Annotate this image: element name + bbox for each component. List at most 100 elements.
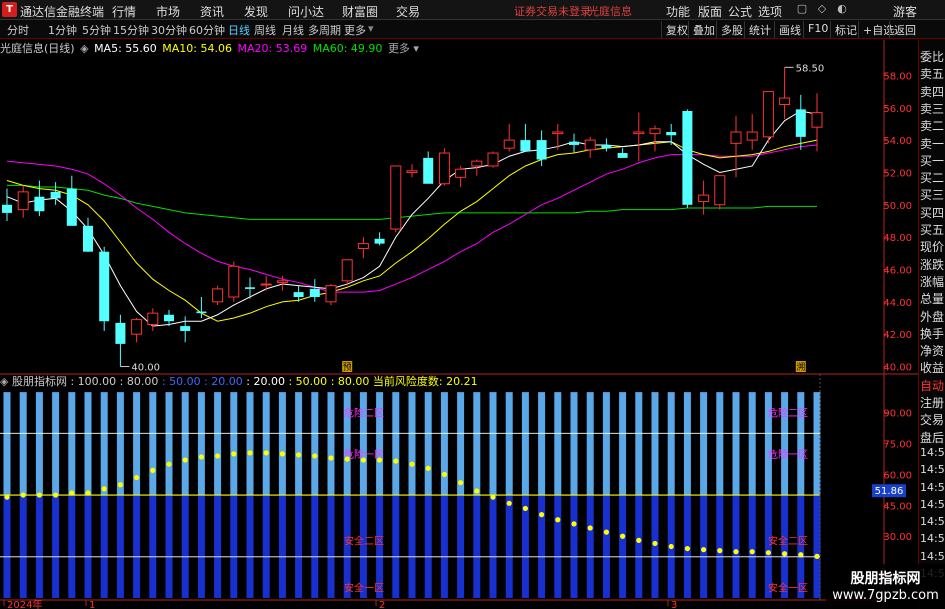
indicator-bar-upper (586, 392, 594, 496)
indicator-toggle-icon[interactable]: ◈ (0, 375, 8, 388)
side-panel-item[interactable]: 涨幅 (920, 273, 945, 290)
side-panel-item[interactable]: 净资 (920, 342, 945, 359)
guest-label[interactable]: 游客 (893, 3, 917, 20)
f10-button[interactable]: F10 (803, 21, 832, 38)
kline-chart[interactable]: 40.00 42.00 44.00 46.00 48.00 50.00 52.00 54.00… (0, 40, 918, 609)
side-panel-item[interactable]: 14:56 (920, 463, 945, 476)
indicator-bar-upper (683, 392, 691, 496)
candle (83, 217, 93, 252)
menu-wenxiaoda[interactable]: 问小达 (288, 3, 324, 20)
candle (180, 316, 191, 343)
candle (520, 123, 531, 152)
side-panel-item[interactable]: 交易 (920, 411, 945, 428)
side-panel-item[interactable]: 总量 (920, 290, 945, 307)
ma-toggle-icon[interactable]: ◈ (80, 42, 88, 55)
side-panel-item[interactable]: 自动 (920, 377, 945, 394)
pin-icon[interactable]: ◇ (815, 2, 829, 16)
biaoji-button[interactable]: 标记 (830, 21, 861, 38)
side-panel-item[interactable]: 收益 (920, 359, 945, 376)
tab-fenshi[interactable]: 分时 (7, 22, 29, 38)
more-icon[interactable]: 更多 ▾ (388, 42, 419, 55)
risk-dot (425, 465, 431, 471)
menu-xuanxiang[interactable]: 选项 (758, 3, 782, 20)
candle-body (601, 144, 612, 149)
tab-weekly[interactable]: 周线 (254, 22, 276, 38)
menu-caifuquan[interactable]: 财富圈 (342, 3, 378, 20)
menu-zixun[interactable]: 资讯 (200, 3, 224, 20)
tab-1min[interactable]: 1分钟 (48, 22, 77, 38)
side-panel-item[interactable]: 换手 (920, 325, 945, 342)
side-panel-item[interactable]: 委比 (920, 48, 945, 65)
quote-side-panel: 委比 卖五 卖四 卖三 卖二 卖一 买一 买二 买三 买四 买五 现价 涨跌 涨幅 总量 外盘 换手 净资 收益 自动… (918, 40, 945, 609)
indicator-bar-lower (748, 495, 756, 598)
x-tick-label: 2 (379, 600, 385, 609)
menu-gongneng[interactable]: 功能 (666, 3, 690, 20)
risk-dot (652, 540, 658, 547)
side-panel-item[interactable]: 买四 (920, 204, 945, 221)
diejia-button[interactable]: 叠加 (688, 21, 719, 38)
side-panel-item[interactable]: 买一 (920, 152, 945, 169)
side-panel-item[interactable]: 买三 (920, 186, 945, 203)
side-panel-item[interactable]: 卖四 (920, 83, 945, 100)
indicator-name: 股朋指标网 (11, 375, 67, 388)
indicator-bar-upper (295, 392, 303, 496)
side-panel-item[interactable]: 盘后 (920, 429, 945, 446)
side-panel-item[interactable]: 注册 (920, 394, 945, 411)
tongji-button[interactable]: 统计 (744, 21, 775, 38)
tab-more[interactable]: 更多 (344, 22, 366, 38)
candle (746, 114, 758, 150)
indicator-bar-lower (295, 495, 303, 598)
huaxian-button[interactable]: 画线 (774, 21, 805, 38)
more-chevron-icon[interactable]: ▾ (368, 22, 374, 35)
menu-banmian[interactable]: 版面 (698, 3, 722, 20)
side-panel-item[interactable]: 14:56 (920, 532, 945, 545)
side-panel-item[interactable]: 买五 (920, 221, 945, 238)
risk-dot (296, 452, 302, 458)
candle (2, 188, 12, 221)
menu-jiaoyi[interactable]: 交易 (396, 3, 420, 20)
tab-monthly[interactable]: 月线 (282, 22, 304, 38)
candle-body (682, 110, 693, 205)
event-marker-label: 溯 (796, 361, 805, 373)
indicator-bar-upper (197, 392, 205, 496)
indicator-param-3: : 50.00 (161, 375, 201, 388)
restore-icon[interactable]: ▢ (795, 2, 809, 16)
indicator-bar-upper (19, 392, 27, 496)
side-panel-item[interactable]: 卖一 (920, 135, 945, 152)
candle (438, 148, 450, 186)
indicator-bar-lower (84, 495, 92, 598)
tab-30min[interactable]: 30分钟 (151, 22, 187, 38)
skin-icon[interactable]: ◐ (835, 2, 849, 16)
duogu-button[interactable]: 多股 (716, 21, 747, 38)
tab-daily[interactable]: 日线 (228, 22, 250, 38)
indicator-bar-lower (278, 495, 286, 598)
tab-60min[interactable]: 60分钟 (189, 22, 225, 38)
side-panel-item[interactable]: 涨跌 (920, 256, 945, 273)
tab-15min[interactable]: 15分钟 (113, 22, 149, 38)
indicator-bar-upper (327, 392, 335, 496)
candle (325, 284, 337, 306)
side-panel-item[interactable]: 14:56 (920, 481, 945, 494)
side-panel-item[interactable]: 现价 (920, 238, 945, 255)
back-button[interactable]: 返回 (889, 21, 920, 38)
side-panel-item[interactable]: 买二 (920, 169, 945, 186)
side-panel-item[interactable]: 14:56 (920, 446, 945, 459)
side-panel-item[interactable]: 外盘 (920, 308, 945, 325)
candle-body (730, 131, 742, 144)
side-panel-item[interactable]: 卖五 (920, 65, 945, 82)
candle (357, 237, 369, 259)
login-notice[interactable]: 证券交易未登录 (514, 3, 591, 19)
menu-gongshi[interactable]: 公式 (728, 3, 752, 20)
tab-5min[interactable]: 5分钟 (82, 22, 111, 38)
menu-hangqing[interactable]: 行情 (112, 3, 136, 20)
side-panel-item[interactable]: 14:56 (920, 515, 945, 528)
candle-body (633, 131, 645, 135)
side-panel-item[interactable]: 14:56 (920, 550, 945, 563)
side-panel-item[interactable]: 卖二 (920, 117, 945, 134)
side-panel-item[interactable]: 14:56 (920, 498, 945, 511)
menu-faxian[interactable]: 发现 (244, 3, 268, 20)
menu-shichang[interactable]: 市场 (156, 3, 180, 20)
side-panel-item[interactable]: 卖三 (920, 100, 945, 117)
zone-label: 危险一区 (768, 448, 808, 461)
tab-multi-period[interactable]: 多周期 (308, 22, 341, 38)
